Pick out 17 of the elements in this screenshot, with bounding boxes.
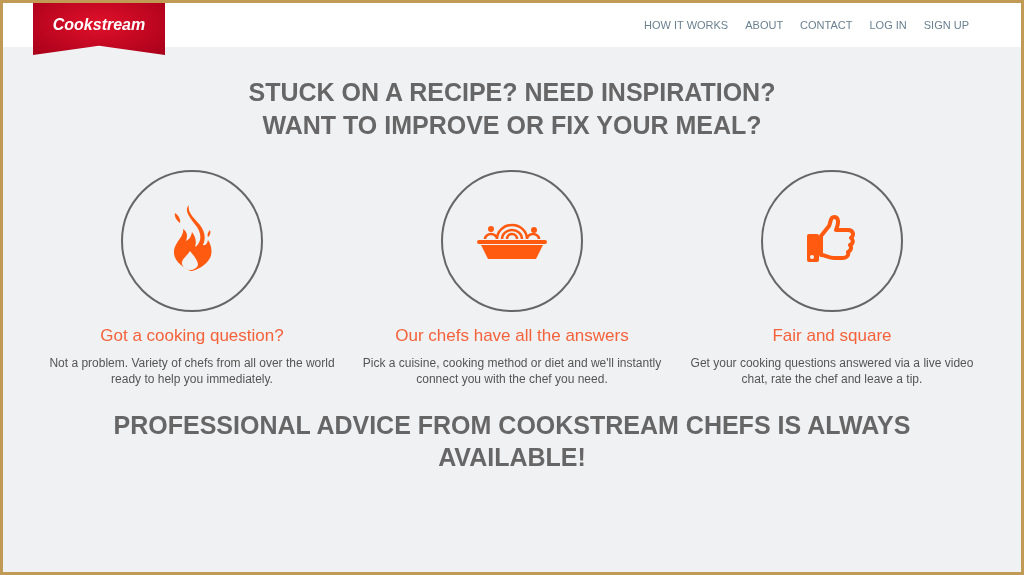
nav-link[interactable]: CONTACT [800,19,853,31]
nav-link[interactable]: HOW IT WORKS [644,19,729,31]
closing-heading: PROFESSIONAL ADVICE FROM COOKSTREAM CHEFS IS ALWAYS AVAILABLE! [112,410,912,473]
nav-link[interactable]: ABOUT [745,19,784,31]
feature-title: Our chefs have all the answers [394,326,630,345]
nav-link[interactable]: LOG IN [869,19,907,31]
hero-heading: WANT TO IMPROVE OR FIX YOUR MEAL? [262,110,762,141]
nav-link[interactable]: SIGN UP [923,19,969,31]
feature-title: Fair and square [771,326,893,345]
feature-description: Pick a cuisine, cooking method or diet and we'll instantly connect you with the chef you need. [362,355,662,387]
feature-description: Not a problem. Variety of chefs from all over the world ready to help you immediately. [48,355,336,387]
logo-banner[interactable]: Cookstream [33,3,165,55]
feature-title: Got a cooking question? [99,326,285,345]
hero-heading: STUCK ON A RECIPE? NEED INSPIRATION? [248,77,776,108]
logo-text: Cookstream [52,15,146,35]
pasta-bowl-icon [477,223,547,259]
feature-description: Get your cooking questions answered via a live video chat, rate the chef and leave a tip. [689,355,975,387]
